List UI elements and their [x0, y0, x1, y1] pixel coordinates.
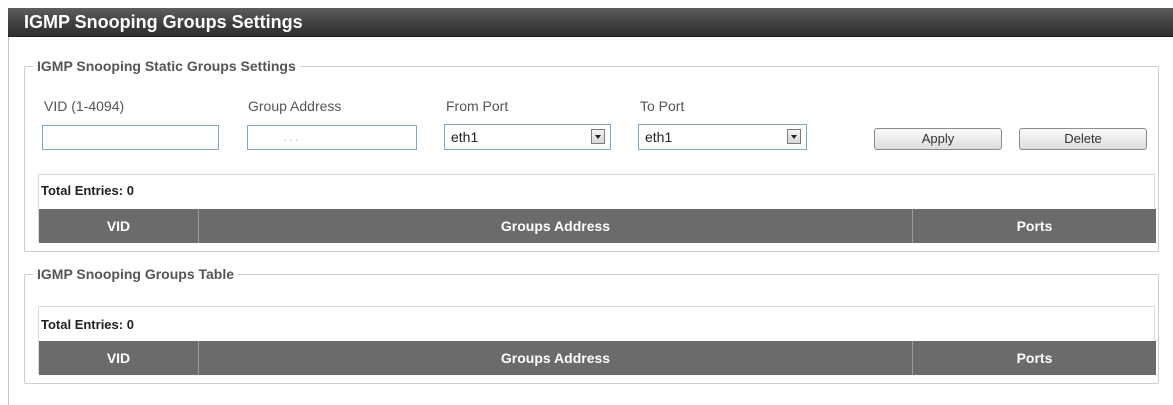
column-header-groups-address: Groups Address [199, 209, 913, 243]
static-table-header: VID Groups Address Ports [39, 209, 1156, 243]
static-groups-legend: IGMP Snooping Static Groups Settings [37, 58, 296, 74]
ip-octet-separators: . . . [284, 133, 298, 144]
page-title-bar: IGMP Snooping Groups Settings [8, 8, 1173, 37]
groups-total-entries: Total Entries: 0 [41, 317, 134, 332]
page-title: IGMP Snooping Groups Settings [24, 12, 303, 32]
vid-label: VID (1-4094) [44, 98, 125, 114]
static-groups-table: Total Entries: 0 VID Groups Address Port… [38, 174, 1156, 243]
groups-table: Total Entries: 0 VID Groups Address Port… [38, 306, 1156, 375]
group-address-label: Group Address [248, 98, 342, 114]
column-header-ports: Ports [1016, 218, 1053, 234]
column-header-vid: VID [39, 341, 199, 375]
to-port-select[interactable]: eth1 [638, 124, 807, 150]
from-port-label: From Port [446, 98, 509, 114]
groups-table-header: VID Groups Address Ports [39, 341, 1156, 375]
to-port-label: To Port [640, 98, 685, 114]
from-port-select[interactable]: eth1 [444, 124, 611, 150]
from-port-value: eth1 [451, 129, 479, 145]
chevron-down-icon[interactable] [591, 129, 605, 144]
to-port-value: eth1 [645, 129, 673, 145]
apply-button[interactable]: Apply [874, 128, 1002, 150]
vid-input[interactable] [42, 125, 219, 150]
group-address-input[interactable]: . . . [247, 125, 417, 150]
column-header-groups-address: Groups Address [199, 341, 913, 375]
column-header-ports: Ports [1016, 350, 1053, 366]
delete-button[interactable]: Delete [1019, 128, 1147, 150]
groups-table-legend: IGMP Snooping Groups Table [37, 266, 235, 282]
static-total-entries: Total Entries: 0 [41, 183, 134, 198]
chevron-down-icon[interactable] [787, 129, 801, 144]
column-header-vid: VID [39, 209, 199, 243]
